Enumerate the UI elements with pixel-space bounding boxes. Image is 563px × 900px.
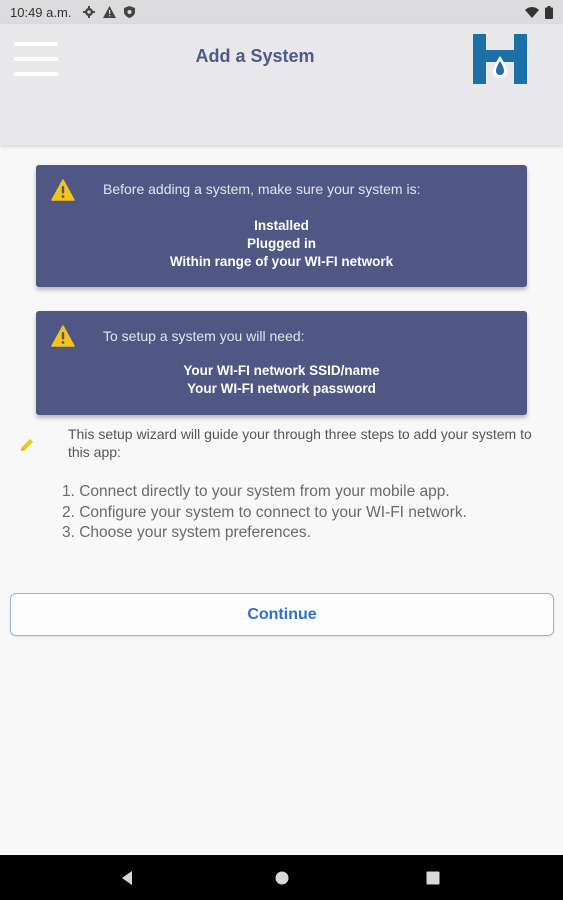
system-nav-bar [0,855,563,900]
steps-list: 1. Connect directly to your system from … [62,482,467,544]
status-time: 10:49 a.m. [10,4,72,20]
list-item: 1. Connect directly to your system from … [62,483,450,500]
list-item: 3. Choose your system preferences. [62,524,311,541]
card-items: Your WI-FI network SSID/name Your WI-FI … [36,362,527,398]
page-title: Add a System [195,46,315,66]
gear-icon [83,6,96,18]
pre-requisites-card: Before adding a system, make sure your s… [36,165,527,287]
status-bar: 10:49 a.m. [0,0,563,24]
wizard-description: This setup wizard will guide your throug… [68,426,532,460]
warning-icon [51,325,75,347]
wifi-icon [525,6,539,18]
requirements-card: To setup a system you will need: Your WI… [36,311,527,415]
app-header: Add a System [0,24,563,145]
card-item: Your WI-FI network password [187,381,376,396]
recents-icon[interactable] [422,867,444,889]
continue-button[interactable]: Continue [10,593,554,636]
card-item: Installed [254,218,309,233]
card-intro-text: To setup a system you will need: [103,328,305,344]
card-item: Plugged in [247,236,316,251]
card-intro-text: Before adding a system, make sure your s… [103,181,421,197]
h-logo [473,34,527,84]
pencil-icon [21,439,33,451]
home-icon[interactable] [271,867,293,889]
shield-icon [124,6,136,18]
alert-icon [103,6,117,18]
card-item: Your WI-FI network SSID/name [183,363,380,378]
warning-icon [51,179,75,201]
back-icon[interactable] [117,867,139,889]
card-item: Within range of your WI-FI network [169,254,394,269]
card-items: Installed Plugged in Within range of you… [36,217,527,271]
battery-icon [545,5,553,19]
list-item: 2. Configure your system to connect to y… [62,503,467,521]
status-icons-left [83,6,136,18]
status-icons-right [525,5,553,19]
